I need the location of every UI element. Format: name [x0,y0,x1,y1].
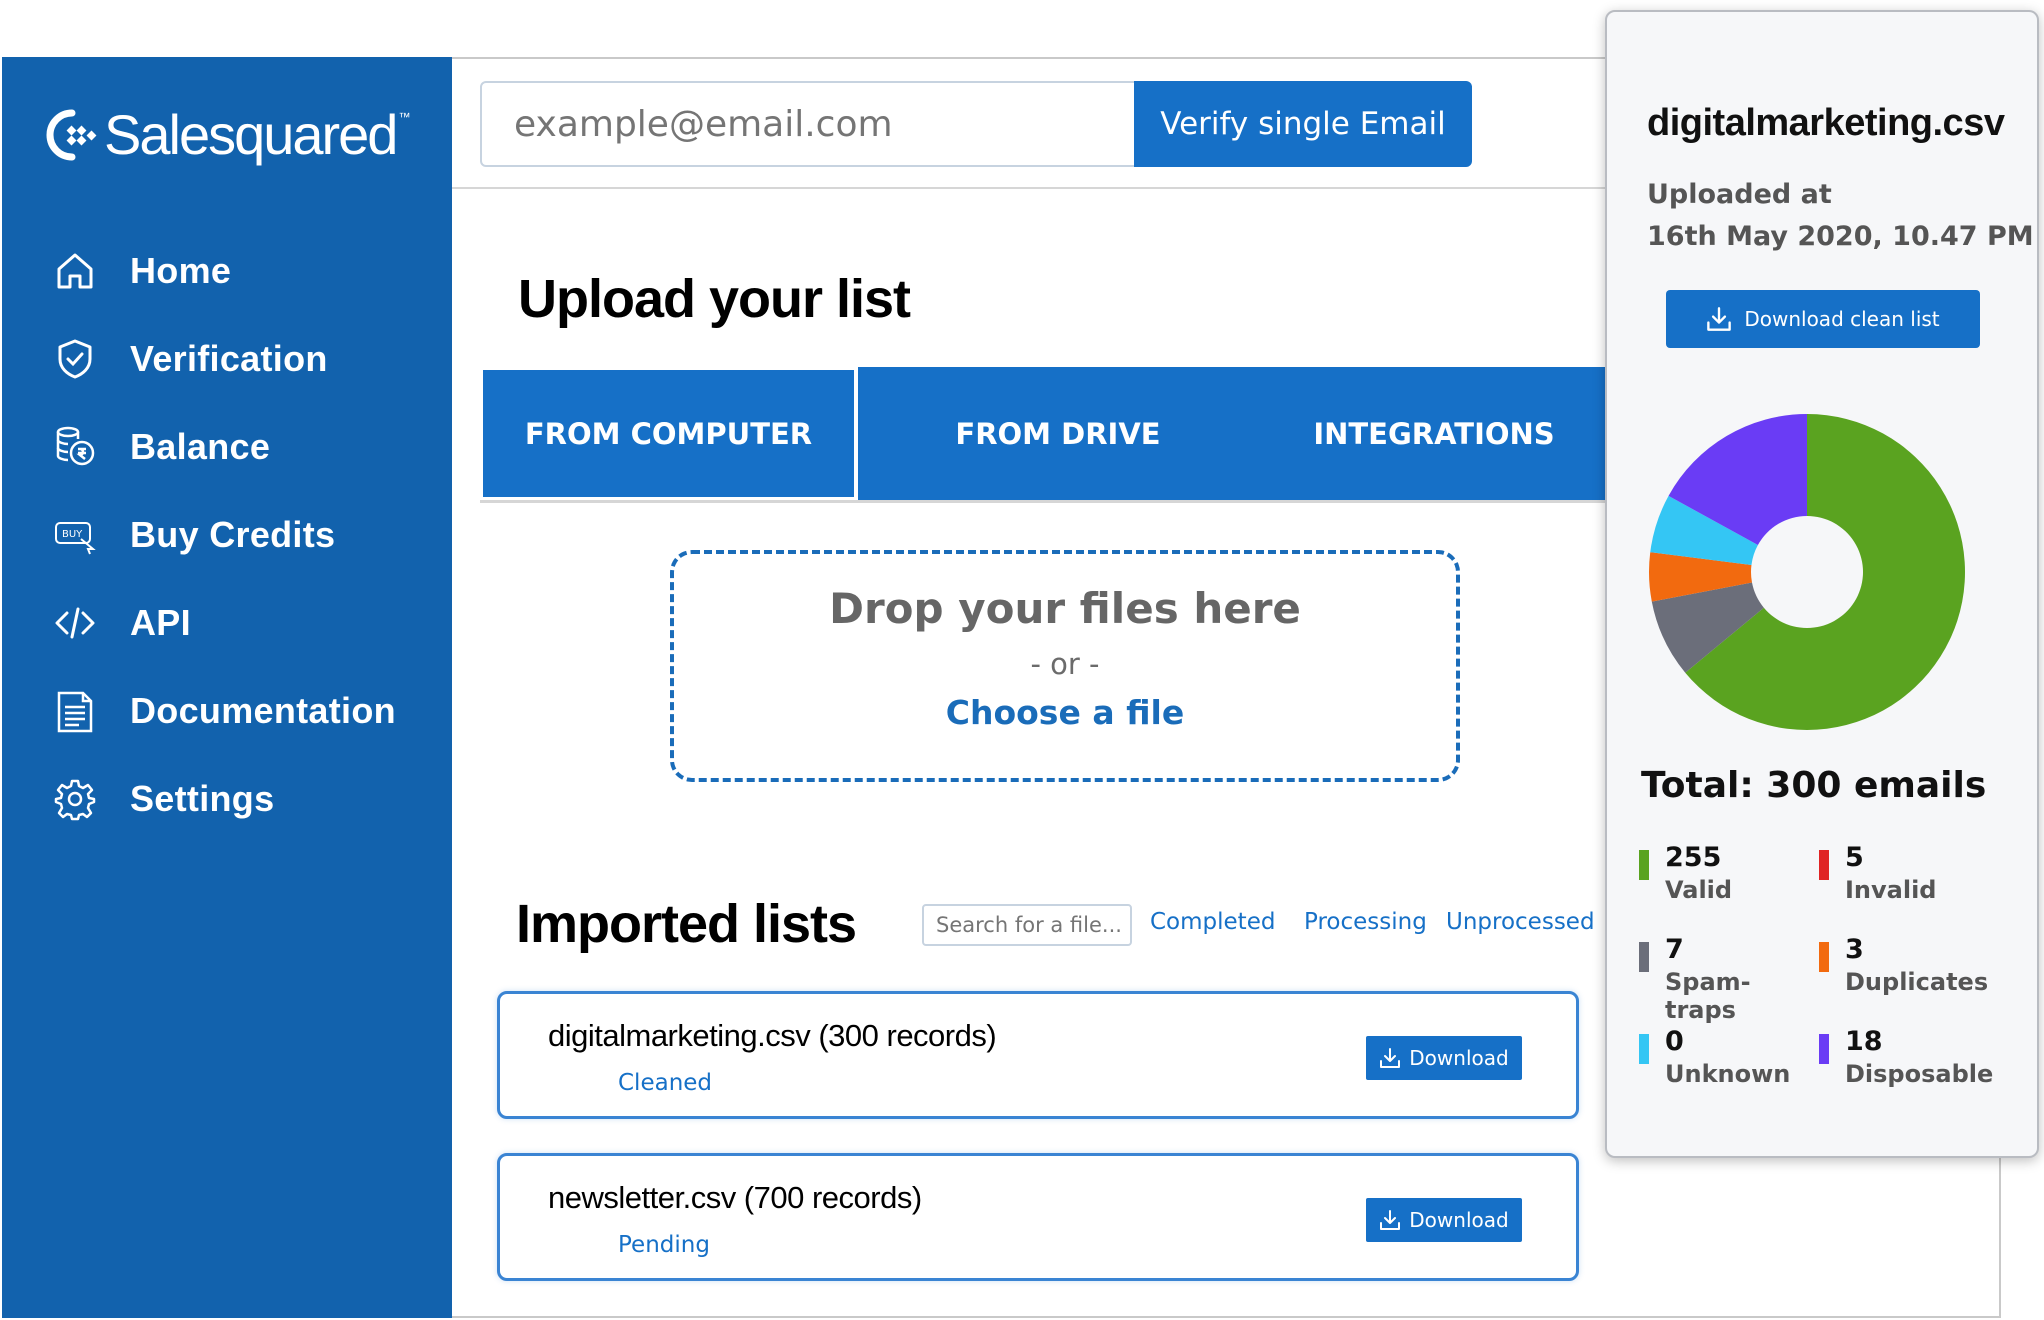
list-item[interactable]: newsletter.csv (700 records) Pending Dow… [497,1153,1579,1281]
download-button[interactable]: Download [1366,1036,1522,1080]
filter-completed[interactable]: Completed [1150,909,1275,935]
download-icon [1707,307,1732,331]
legend-value: 0 [1665,1026,1684,1057]
home-icon [52,248,98,294]
total-emails: Total: 300 emails [1641,765,1987,806]
gear-icon [52,776,98,822]
code-icon [52,600,98,646]
filter-unprocessed[interactable]: Unprocessed [1446,909,1595,935]
sidebar-item-label: Verification [130,338,328,379]
svg-text:BUY: BUY [62,529,83,540]
legend-swatch [1819,850,1829,880]
logo[interactable]: Salesquared ™ [46,102,410,167]
brand-name: Salesquared [104,103,398,166]
legend-swatch [1639,942,1649,972]
file-name: digitalmarketing.csv (300 records) [548,1018,997,1053]
imported-lists-title: Imported lists [516,894,857,954]
download-label: Download [1409,1208,1509,1232]
dropzone-or: - or - [1030,647,1100,681]
legend-item-unknown: 0 Unknown [1639,1024,1809,1094]
sidebar-item-buy-credits[interactable]: BUY Buy Credits [2,491,452,579]
sidebar-item-home[interactable]: Home [2,227,452,315]
legend-swatch [1819,942,1829,972]
buy-credits-icon: BUY [52,512,98,558]
sidebar-nav: Home Verification Balance BUY Buy Credit… [2,227,452,843]
sidebar-item-label: Balance [130,426,271,467]
brand-tm: ™ [398,110,411,124]
download-icon [1380,1048,1401,1068]
sidebar-item-label: Documentation [130,690,396,731]
legend-swatch [1819,1034,1829,1064]
legend-label: Disposable [1845,1060,1994,1088]
legend-value: 18 [1845,1026,1883,1057]
upload-tabs: FROM COMPUTER FROM DRIVE INTEGRATIONS [480,367,1610,500]
legend-label: Unknown [1665,1060,1791,1088]
download-clean-label: Download clean list [1744,307,1940,331]
legend-item-disposable: 18 Disposable [1819,1024,1993,1094]
choose-file-link[interactable]: Choose a file [674,693,1456,732]
panel-file-name: digitalmarketing.csv [1647,102,2005,144]
download-icon [1380,1210,1401,1230]
panel-uploaded-info: Uploaded at 16th May 2020, 10.47 PM [1647,174,2034,258]
legend-label: Valid [1665,876,1733,904]
legend-item-spam-traps: 7 Spam-traps [1639,932,1809,1024]
sidebar-item-balance[interactable]: Balance [2,403,452,491]
sidebar-item-settings[interactable]: Settings [2,755,452,843]
filter-processing[interactable]: Processing [1304,909,1427,935]
coins-icon [52,424,98,470]
sidebar-item-documentation[interactable]: Documentation [2,667,452,755]
legend-item-valid: 255 Valid [1639,840,1809,910]
sidebar-item-label: API [130,602,191,643]
tab-from-drive[interactable]: FROM DRIVE [858,367,1258,500]
sidebar-item-label: Buy Credits [130,514,336,555]
upload-title: Upload your list [518,269,911,329]
logo-icon [46,109,97,160]
email-input[interactable] [480,81,1136,167]
tabs-divider [480,500,1610,503]
file-search-input[interactable] [922,904,1132,946]
uploaded-timestamp: 16th May 2020, 10.47 PM [1647,221,2034,252]
document-icon [52,688,98,734]
legend-value: 3 [1845,934,1864,965]
legend-label: Spam-traps [1665,968,1751,1024]
file-detail-panel: digitalmarketing.csv Uploaded at 16th Ma… [1605,10,2039,1158]
sidebar-item-label: Settings [130,778,275,819]
file-status: Pending [618,1232,710,1258]
legend-label: Duplicates [1845,968,1989,996]
legend-value: 255 [1665,842,1722,873]
legend-label: Invalid [1845,876,1937,904]
download-button[interactable]: Download [1366,1198,1522,1242]
file-status: Cleaned [618,1070,713,1096]
download-clean-list-button[interactable]: Download clean list [1666,290,1980,348]
sidebar: Salesquared ™ Home Verification Balance … [2,57,452,1318]
legend-value: 5 [1845,842,1864,873]
tab-integrations[interactable]: INTEGRATIONS [1258,367,1610,500]
legend-swatch [1639,1034,1649,1064]
legend-value: 7 [1665,934,1684,965]
download-label: Download [1409,1046,1509,1070]
shield-check-icon [52,336,98,382]
tab-from-computer[interactable]: FROM COMPUTER [480,367,858,500]
file-dropzone[interactable]: Drop your files here - or - Choose a fil… [670,550,1460,782]
dropzone-title: Drop your files here [829,584,1301,633]
file-name: newsletter.csv (700 records) [548,1180,922,1215]
uploaded-label: Uploaded at [1647,179,1832,210]
sidebar-item-verification[interactable]: Verification [2,315,452,403]
sidebar-item-label: Home [130,250,232,291]
legend-item-duplicates: 3 Duplicates [1819,932,1989,1002]
email-status-donut-chart [1649,414,1965,730]
verify-email-button[interactable]: Verify single Email [1134,81,1472,167]
sidebar-item-api[interactable]: API [2,579,452,667]
list-item[interactable]: digitalmarketing.csv (300 records) Clean… [497,991,1579,1119]
legend-swatch [1639,850,1649,880]
legend-item-invalid: 5 Invalid [1819,840,1989,910]
